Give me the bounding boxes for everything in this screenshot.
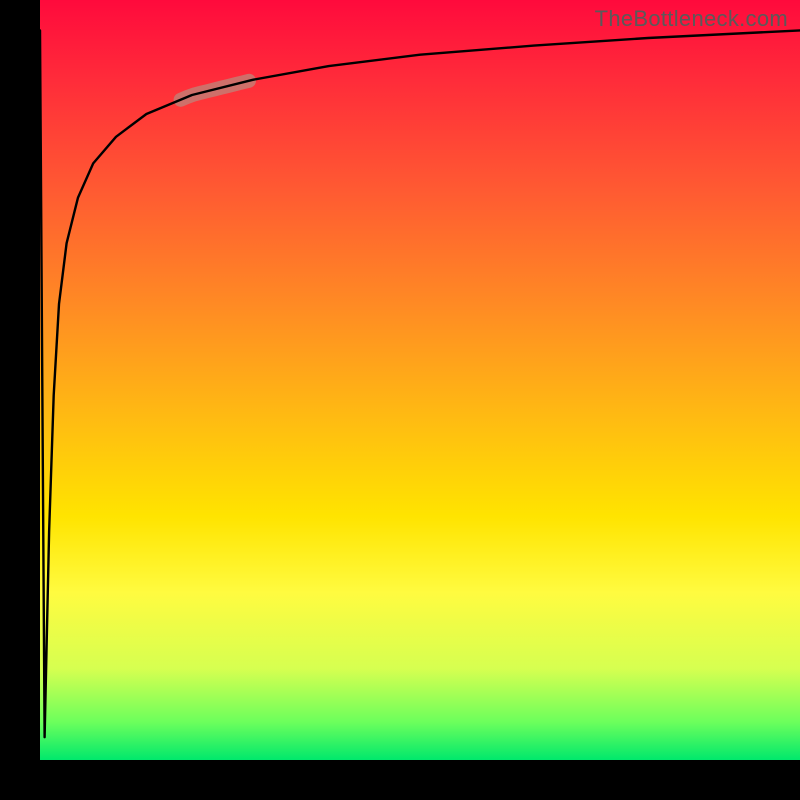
curve-layer: [40, 0, 800, 760]
plot-area: TheBottleneck.com: [40, 0, 800, 760]
axis-bottom-border: [0, 760, 800, 800]
highlight-segment: [181, 81, 249, 100]
chart-stage: TheBottleneck.com: [0, 0, 800, 800]
watermark-text: TheBottleneck.com: [595, 6, 788, 32]
axis-left-border: [0, 0, 40, 800]
main-curve: [40, 30, 800, 737]
